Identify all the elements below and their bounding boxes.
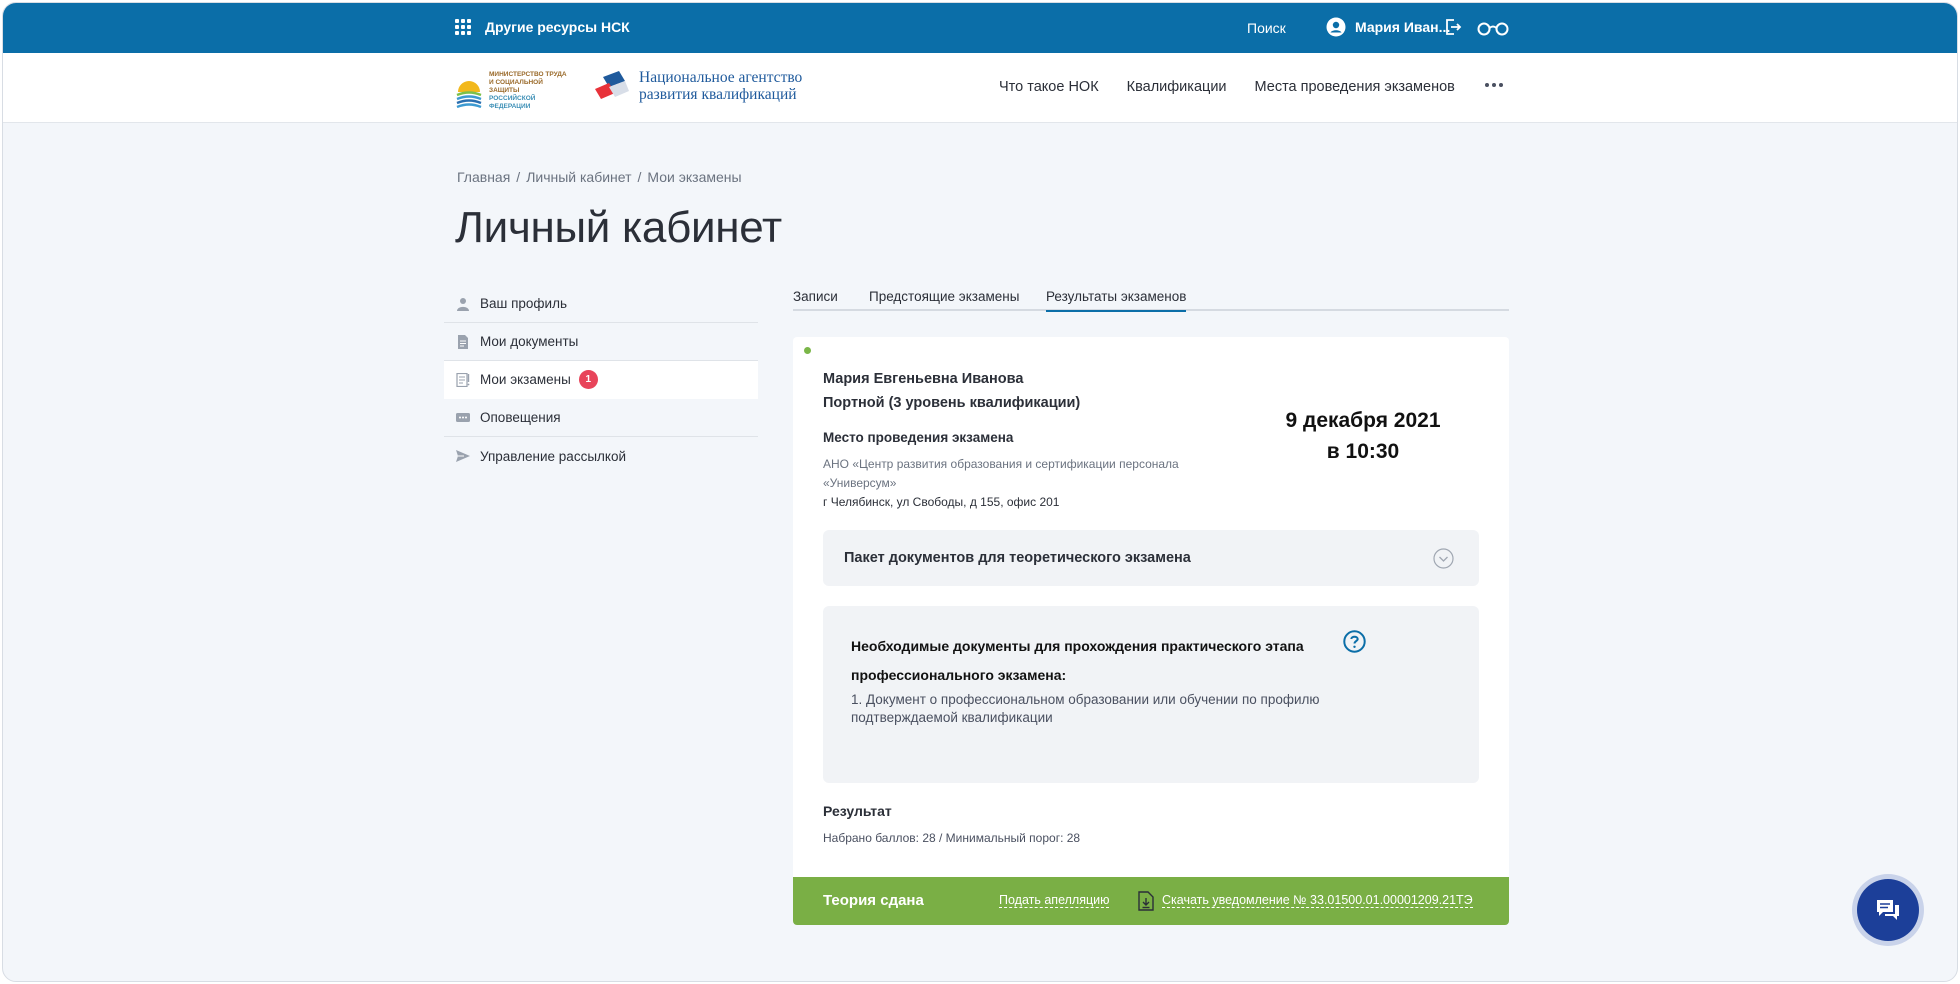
user-icon <box>457 297 469 311</box>
agency-emblem-icon <box>595 71 629 99</box>
tab-records[interactable]: Записи <box>793 289 838 310</box>
breadcrumb-account[interactable]: Личный кабинет <box>526 169 631 185</box>
exam-datetime: 9 декабря 2021 в 10:30 <box>1263 405 1463 467</box>
sidebar-item-label: Ваш профиль <box>480 296 567 311</box>
download-file-icon[interactable] <box>1138 891 1154 911</box>
send-icon <box>456 450 470 462</box>
exam-tabs: Записи Предстоящие экзамены Результаты э… <box>793 289 1509 312</box>
ministry-emblem-icon <box>456 81 482 108</box>
page-title: Личный кабинет <box>455 203 782 252</box>
search-link[interactable]: Поиск <box>1247 20 1286 36</box>
more-menu-icon[interactable] <box>1485 83 1503 87</box>
chevron-down-icon <box>1433 548 1454 569</box>
breadcrumb-home[interactable]: Главная <box>457 169 510 185</box>
sidebar-item-exams[interactable]: Мои экзамены 1 <box>444 361 758 399</box>
download-notice-link[interactable]: Скачать уведомление № 33.01500.01.000012… <box>1162 893 1473 908</box>
docs-package-accordion[interactable]: Пакет документов для теоретического экза… <box>823 530 1479 586</box>
sidebar-item-label: Мои документы <box>480 334 579 349</box>
result-score: Набрано баллов: 28 / Минимальный порог: … <box>823 831 1081 845</box>
result-label: Результат <box>823 803 892 819</box>
breadcrumb-separator: / <box>516 169 521 185</box>
sidebar: Ваш профиль Мои документы Мои экзамены 1 <box>444 285 758 475</box>
qualification: Портной (3 уровень квалификации) <box>823 395 1081 411</box>
other-resources-button[interactable]: Другие ресурсы НСК <box>455 19 630 35</box>
person-name: Мария Евгеньевна Иванова <box>823 371 1024 387</box>
result-footer-bar: Теория сдана Подать апелляцию Скачать ув… <box>793 877 1509 925</box>
sidebar-item-documents[interactable]: Мои документы <box>444 323 758 361</box>
place-label: Место проведения экзамена <box>823 430 1014 445</box>
sidebar-item-label: Мои экзамены <box>480 372 571 387</box>
place-org: АНО «Центр развития образования и сертиф… <box>823 457 1179 490</box>
accessibility-glasses-icon[interactable] <box>1477 20 1509 36</box>
docs-package-title: Пакет документов для теоретического экза… <box>844 550 1191 566</box>
exam-time: в 10:30 <box>1326 440 1400 463</box>
appeal-link[interactable]: Подать апелляцию <box>999 893 1110 908</box>
agency-logo[interactable]: Национальное агентство развития квалифик… <box>589 67 802 105</box>
user-menu[interactable]: Мария Иван... <box>1326 17 1450 37</box>
grid-icon <box>455 19 471 35</box>
top-bar: Другие ресурсы НСК Поиск Мария Иван... <box>3 3 1957 53</box>
exam-icon <box>456 372 470 387</box>
required-docs-item: 1. Документ о профессиональном образован… <box>851 692 1320 725</box>
place-info: АНО «Центр развития образования и сертиф… <box>823 455 1223 512</box>
breadcrumb: Главная / Личный кабинет / Мои экзамены <box>457 169 742 185</box>
nav-exam-locations[interactable]: Места проведения экзаменов <box>1255 79 1455 95</box>
exam-person: Мария Евгеньевна Иванова Портной (3 уров… <box>823 367 1080 415</box>
place-address: г Челябинск, ул Свободы, д 155, офис 201 <box>823 495 1060 509</box>
sidebar-item-label: Управление рассылкой <box>480 448 627 464</box>
breadcrumb-separator: / <box>637 169 642 185</box>
nav-what-is-nok[interactable]: Что такое НОК <box>999 79 1099 95</box>
help-icon[interactable] <box>1343 630 1366 653</box>
sidebar-item-notifications[interactable]: Оповещения <box>444 399 758 437</box>
sidebar-item-mailing[interactable]: Управление рассылкой <box>444 437 758 475</box>
ministry-text: МИНИСТЕРСТВО ТРУДА И СОЦИАЛЬНОЙ ЗАЩИТЫ Р… <box>489 71 567 110</box>
notification-badge: 1 <box>578 370 598 389</box>
main-nav: Что такое НОК Квалификации Места проведе… <box>999 79 1503 95</box>
nav-qualifications[interactable]: Квалификации <box>1127 79 1227 95</box>
agency-name: Национальное агентство развития квалифик… <box>639 69 803 103</box>
sidebar-item-label: Оповещения <box>480 410 561 425</box>
ministry-logo[interactable]: МИНИСТЕРСТВО ТРУДА И СОЦИАЛЬНОЙ ЗАЩИТЫ Р… <box>455 71 574 111</box>
site-header: МИНИСТЕРСТВО ТРУДА И СОЦИАЛЬНОЙ ЗАЩИТЫ Р… <box>3 53 1957 123</box>
document-icon <box>458 334 468 349</box>
chat-icon <box>1877 900 1899 920</box>
user-avatar-icon <box>1326 17 1346 37</box>
sidebar-item-profile[interactable]: Ваш профиль <box>444 285 758 323</box>
message-icon <box>456 412 470 422</box>
required-docs-title: Необходимые документы для прохождения пр… <box>851 638 1304 683</box>
tab-exam-results[interactable]: Результаты экзаменов <box>1046 289 1187 312</box>
app-frame: Другие ресурсы НСК Поиск Мария Иван... М… <box>2 2 1958 982</box>
user-name: Мария Иван... <box>1355 19 1451 35</box>
tab-upcoming-exams[interactable]: Предстоящие экзамены <box>869 289 1019 310</box>
breadcrumb-current: Мои экзамены <box>647 169 742 185</box>
status-dot <box>804 347 811 354</box>
chat-button[interactable] <box>1857 879 1919 941</box>
verdict-status: Теория сдана <box>823 892 924 909</box>
other-resources-label: Другие ресурсы НСК <box>485 19 630 35</box>
exam-result-card: Мария Евгеньевна Иванова Портной (3 уров… <box>793 337 1509 925</box>
logout-icon[interactable] <box>1444 18 1462 36</box>
required-docs-box: Необходимые документы для прохождения пр… <box>823 606 1479 783</box>
exam-date: 9 декабря 2021 <box>1285 409 1441 432</box>
